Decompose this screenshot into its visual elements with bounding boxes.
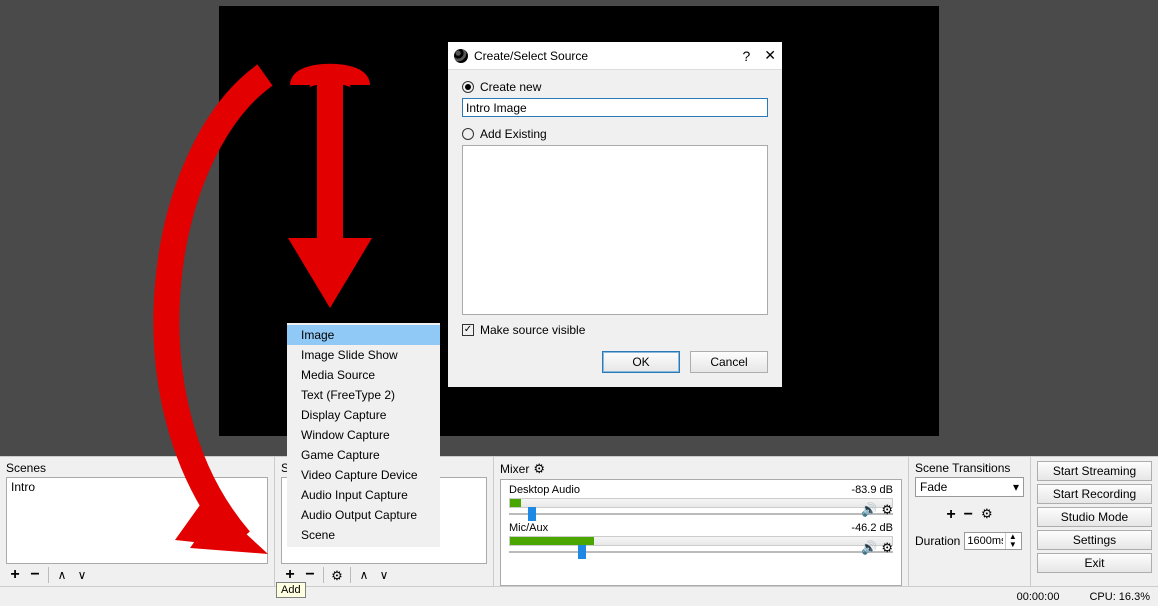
add-source-menu[interactable]: ImageImage Slide ShowMedia SourceText (F… xyxy=(287,323,440,547)
channel-name: Desktop Audio xyxy=(509,484,580,496)
menu-item[interactable]: Media Source xyxy=(287,365,440,385)
create-source-dialog: Create/Select Source ? ✕ Create new Add … xyxy=(448,42,782,387)
control-buttons-panel: Start Streaming Start Recording Studio M… xyxy=(1031,457,1158,586)
menu-item[interactable]: Image xyxy=(287,325,440,345)
menu-item[interactable]: Image Slide Show xyxy=(287,345,440,365)
gear-icon[interactable] xyxy=(533,461,545,477)
scenes-label: Scenes xyxy=(6,461,268,475)
add-tooltip: Add xyxy=(276,582,306,598)
transitions-toolbar xyxy=(915,503,1024,524)
chevron-down-icon: ▾ xyxy=(1013,480,1019,494)
ok-button[interactable]: OK xyxy=(602,351,680,373)
start-recording-button[interactable]: Start Recording xyxy=(1037,484,1152,504)
checkbox-icon xyxy=(462,324,474,336)
radio-icon xyxy=(462,128,474,140)
create-new-label: Create new xyxy=(480,80,541,94)
menu-item[interactable]: Audio Output Capture xyxy=(287,505,440,525)
move-down-icon[interactable] xyxy=(375,566,393,584)
mixer-channel: Mic/Aux -46.2 dB xyxy=(509,522,893,554)
menu-item[interactable]: Scene xyxy=(287,525,440,545)
transition-select[interactable]: Fade ▾ xyxy=(915,477,1024,497)
mixer-label-text: Mixer xyxy=(500,462,529,476)
audio-meter xyxy=(509,536,893,546)
close-icon[interactable]: ✕ xyxy=(764,47,776,64)
duration-input[interactable] xyxy=(965,535,1005,547)
transitions-label: Scene Transitions xyxy=(915,461,1024,475)
separator xyxy=(323,567,324,583)
menu-item[interactable]: Text (FreeType 2) xyxy=(287,385,440,405)
transitions-panel: Scene Transitions Fade ▾ Duration ▲▼ xyxy=(909,457,1031,586)
duration-row: Duration ▲▼ xyxy=(915,532,1024,550)
gear-icon[interactable] xyxy=(981,505,993,522)
menu-item[interactable]: Audio Input Capture xyxy=(287,485,440,505)
move-down-icon[interactable] xyxy=(73,566,91,584)
dialog-titlebar[interactable]: Create/Select Source ? ✕ xyxy=(448,42,782,70)
mixer-channel: Desktop Audio -83.9 dB xyxy=(509,484,893,516)
plus-icon[interactable] xyxy=(6,566,24,584)
existing-sources-list[interactable] xyxy=(462,145,768,315)
dialog-title: Create/Select Source xyxy=(474,49,588,63)
exit-button[interactable]: Exit xyxy=(1037,553,1152,573)
duration-label: Duration xyxy=(915,534,960,548)
gear-icon[interactable] xyxy=(328,566,346,584)
menu-item[interactable]: Display Capture xyxy=(287,405,440,425)
duration-spinner[interactable]: ▲▼ xyxy=(964,532,1022,550)
menu-item[interactable]: Game Capture xyxy=(287,445,440,465)
studio-mode-button[interactable]: Studio Mode xyxy=(1037,507,1152,527)
slider-thumb[interactable] xyxy=(528,507,536,521)
slider-thumb[interactable] xyxy=(578,545,586,559)
scenes-list[interactable]: Intro xyxy=(6,477,268,564)
add-existing-radio[interactable]: Add Existing xyxy=(462,127,768,141)
menu-item[interactable]: Window Capture xyxy=(287,425,440,445)
speaker-icon[interactable] xyxy=(861,540,877,556)
app-root: Scenes Intro Sources xyxy=(0,0,1158,606)
speaker-icon[interactable] xyxy=(861,502,877,518)
channel-db: -46.2 dB xyxy=(851,522,893,534)
cancel-button[interactable]: Cancel xyxy=(690,351,768,373)
gear-icon[interactable] xyxy=(881,502,893,518)
volume-slider[interactable] xyxy=(509,550,893,554)
dialog-buttons: OK Cancel xyxy=(448,343,782,387)
status-cpu: CPU: 16.3% xyxy=(1089,591,1150,603)
separator xyxy=(350,567,351,583)
plus-icon[interactable] xyxy=(946,503,955,524)
scenes-toolbar xyxy=(6,564,268,586)
menu-item[interactable]: Video Capture Device xyxy=(287,465,440,485)
create-new-radio[interactable]: Create new xyxy=(462,80,768,94)
status-time: 00:00:00 xyxy=(1017,591,1060,603)
source-name-input[interactable] xyxy=(462,98,768,117)
scene-item[interactable]: Intro xyxy=(7,478,267,496)
radio-icon xyxy=(462,81,474,93)
settings-button[interactable]: Settings xyxy=(1037,530,1152,550)
scenes-panel: Scenes Intro xyxy=(0,457,275,586)
channel-name: Mic/Aux xyxy=(509,522,548,534)
audio-meter xyxy=(509,498,893,508)
volume-slider[interactable] xyxy=(509,512,893,516)
transition-selected: Fade xyxy=(920,480,947,494)
start-streaming-button[interactable]: Start Streaming xyxy=(1037,461,1152,481)
sources-toolbar xyxy=(281,564,487,586)
add-existing-label: Add Existing xyxy=(480,127,547,141)
make-visible-label: Make source visible xyxy=(480,323,585,337)
mixer-list: Desktop Audio -83.9 dB Mic/Au xyxy=(500,479,902,586)
spin-down-icon[interactable]: ▼ xyxy=(1006,541,1019,549)
mixer-label: Mixer xyxy=(500,461,902,477)
make-visible-checkbox[interactable]: Make source visible xyxy=(462,323,768,337)
move-up-icon[interactable] xyxy=(53,566,71,584)
channel-db: -83.9 dB xyxy=(851,484,893,496)
status-bar: 00:00:00 CPU: 16.3% xyxy=(0,586,1158,606)
obs-logo-icon xyxy=(454,49,468,63)
separator xyxy=(48,567,49,583)
minus-icon[interactable] xyxy=(26,566,44,584)
help-icon[interactable]: ? xyxy=(742,48,750,64)
minus-icon[interactable] xyxy=(964,503,973,524)
move-up-icon[interactable] xyxy=(355,566,373,584)
gear-icon[interactable] xyxy=(881,540,893,556)
dialog-body: Create new Add Existing Make source visi… xyxy=(448,70,782,343)
mixer-panel: Mixer Desktop Audio -83.9 dB xyxy=(494,457,909,586)
panels-row: Scenes Intro Sources xyxy=(0,456,1158,586)
